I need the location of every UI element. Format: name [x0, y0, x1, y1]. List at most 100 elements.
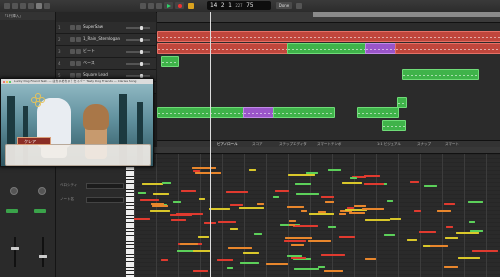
midi-note[interactable] — [470, 230, 483, 232]
midi-note[interactable] — [243, 252, 259, 254]
forward-button[interactable] — [148, 3, 154, 9]
midi-note[interactable] — [364, 183, 384, 185]
midi-note[interactable] — [321, 254, 345, 256]
play-button[interactable] — [164, 2, 173, 9]
midi-note[interactable] — [193, 250, 211, 252]
zoom-icon[interactable] — [9, 80, 11, 83]
midi-note[interactable] — [362, 208, 384, 210]
midi-note[interactable] — [193, 270, 208, 272]
midi-note[interactable] — [257, 203, 264, 205]
library-button[interactable] — [4, 3, 10, 9]
midi-note[interactable] — [339, 213, 346, 215]
mute-button[interactable] — [70, 49, 75, 54]
midi-note[interactable] — [230, 204, 243, 206]
audio-region[interactable] — [157, 31, 500, 42]
midi-note[interactable] — [407, 239, 417, 241]
midi-note[interactable] — [227, 267, 233, 269]
midi-note[interactable] — [193, 170, 200, 172]
audio-region[interactable] — [157, 43, 289, 54]
midi-note[interactable] — [295, 183, 311, 185]
midi-note[interactable] — [134, 218, 150, 220]
midi-note[interactable] — [173, 201, 181, 203]
midi-note[interactable] — [390, 218, 401, 220]
midi-region-selected[interactable] — [365, 43, 397, 54]
midi-note[interactable] — [226, 191, 248, 193]
editors-button[interactable] — [44, 3, 50, 9]
midi-note[interactable] — [284, 240, 306, 242]
piano-roll-grid[interactable] — [134, 147, 500, 277]
midi-note[interactable] — [198, 236, 209, 238]
midi-note[interactable] — [192, 167, 216, 169]
pan-knob-2[interactable] — [38, 187, 46, 195]
midi-note[interactable] — [138, 192, 146, 194]
midi-note[interactable] — [209, 208, 230, 210]
toolbar-button[interactable] — [20, 3, 26, 9]
pan-knob[interactable] — [10, 187, 18, 195]
bar-ruler[interactable] — [157, 12, 500, 23]
rewind-button[interactable] — [140, 3, 146, 9]
midi-note[interactable] — [199, 198, 205, 200]
midi-note[interactable] — [239, 207, 264, 209]
midi-region[interactable] — [287, 43, 367, 54]
midi-region[interactable] — [402, 69, 479, 80]
midi-note[interactable] — [350, 177, 357, 179]
midi-note[interactable] — [365, 258, 376, 260]
midi-note[interactable] — [285, 237, 312, 239]
tracks-area[interactable] — [157, 12, 500, 140]
midi-region[interactable] — [273, 107, 335, 118]
close-icon[interactable] — [3, 80, 5, 83]
record-button[interactable] — [175, 2, 184, 9]
mute-button[interactable] — [70, 25, 75, 30]
midi-note[interactable] — [153, 193, 169, 195]
metronome-button[interactable] — [296, 3, 302, 9]
midi-note[interactable] — [324, 270, 343, 272]
midi-note[interactable] — [266, 263, 288, 265]
midi-note[interactable] — [342, 182, 362, 184]
midi-region[interactable] — [161, 56, 179, 67]
midi-region[interactable] — [397, 97, 407, 108]
piano-roll-ruler[interactable] — [134, 147, 500, 154]
midi-note[interactable] — [152, 205, 168, 207]
playhead[interactable] — [210, 12, 211, 277]
midi-note[interactable] — [218, 221, 236, 223]
midi-note[interactable] — [364, 175, 380, 177]
midi-note[interactable] — [414, 210, 421, 212]
midi-note[interactable] — [275, 190, 289, 192]
midi-note[interactable] — [273, 196, 279, 198]
midi-note[interactable] — [419, 231, 436, 233]
track-volume-slider[interactable] — [126, 73, 150, 78]
midi-note[interactable] — [296, 193, 319, 195]
done-button[interactable]: Done — [276, 2, 292, 9]
midi-note[interactable] — [328, 226, 336, 228]
midi-note[interactable] — [424, 185, 437, 187]
midi-note[interactable] — [142, 183, 163, 185]
midi-region[interactable] — [357, 107, 399, 118]
mute-button[interactable] — [70, 61, 75, 66]
midi-note[interactable] — [288, 174, 315, 176]
midi-note[interactable] — [308, 240, 331, 242]
midi-region[interactable] — [157, 107, 245, 118]
midi-note[interactable] — [387, 200, 393, 202]
solo-button[interactable] — [76, 37, 81, 42]
mute-button[interactable] — [70, 37, 75, 42]
midi-note[interactable] — [325, 201, 334, 203]
midi-note[interactable] — [444, 203, 455, 205]
midi-note[interactable] — [468, 201, 483, 203]
midi-note[interactable] — [254, 233, 262, 235]
input-monitor-button-2[interactable] — [34, 209, 46, 213]
midi-region[interactable] — [382, 120, 406, 131]
track-volume-slider[interactable] — [126, 37, 150, 42]
stop-button[interactable] — [156, 3, 162, 9]
track-header[interactable]: 2 1_Rain_Sternlogan — [56, 34, 156, 46]
volume-fader[interactable] — [11, 237, 19, 267]
midi-note[interactable] — [430, 245, 448, 247]
inspector-button[interactable] — [12, 3, 18, 9]
input-monitor-button[interactable] — [6, 209, 18, 213]
midi-note[interactable] — [339, 236, 355, 238]
track-volume-slider[interactable] — [126, 61, 150, 66]
midi-note[interactable] — [171, 219, 186, 221]
midi-note[interactable] — [217, 259, 233, 261]
midi-note[interactable] — [181, 190, 196, 192]
midi-region-selected[interactable] — [243, 107, 275, 118]
midi-note[interactable] — [291, 257, 306, 259]
